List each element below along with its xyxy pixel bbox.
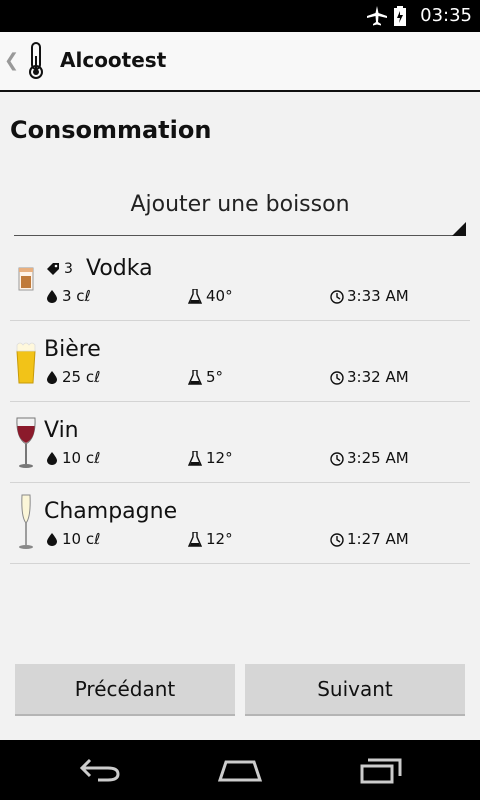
recent-apps-icon[interactable] (358, 756, 404, 784)
drink-name: Vodka (86, 256, 153, 281)
tag-icon (47, 263, 59, 275)
wine-glass-icon (16, 417, 36, 468)
clock-icon (330, 290, 344, 304)
up-caret-icon[interactable]: ❮ (4, 50, 19, 71)
back-nav-icon[interactable] (78, 756, 122, 784)
thermometer-icon[interactable] (26, 42, 46, 80)
action-bar: ❮ Alcootest (0, 32, 480, 92)
degree-flask-icon (188, 532, 202, 547)
app-title: Alcootest (60, 48, 167, 72)
drink-quantity: 10 cℓ (62, 530, 101, 548)
degree-flask-icon (188, 370, 202, 385)
drink-name: Champagne (44, 499, 178, 524)
champagne-flute-icon (19, 494, 33, 549)
airplane-mode-icon (367, 6, 387, 26)
spinner-label: Ajouter une boisson (130, 192, 350, 217)
drop-icon (47, 452, 57, 465)
drink-quantity: 25 cℓ (62, 368, 101, 386)
spinner-underline (14, 235, 466, 236)
drink-degree: 5° (206, 368, 224, 386)
drop-icon (47, 533, 57, 546)
drink-time: 3:33 AM (347, 287, 409, 305)
drink-degree: 12° (206, 530, 233, 548)
list-item[interactable]: Vin 10 cℓ 12° 3:25 AM (10, 402, 470, 483)
drink-degree: 40° (206, 287, 233, 305)
battery-icon (394, 6, 406, 26)
shot-glass-icon (18, 267, 34, 291)
drink-degree: 12° (206, 449, 233, 467)
next-button[interactable]: Suivant (245, 664, 465, 716)
dropdown-triangle-icon (452, 222, 466, 236)
drink-time: 3:32 AM (347, 368, 409, 386)
list-item[interactable]: 3 Vodka 3 cℓ 40° 3:33 AM (10, 240, 470, 321)
page-title: Consommation (10, 116, 212, 144)
drink-time: 3:25 AM (347, 449, 409, 467)
drink-list: 3 Vodka 3 cℓ 40° 3:33 AM Bière 25 cℓ 5° … (10, 240, 470, 564)
home-nav-icon[interactable] (216, 756, 264, 784)
drink-name: Vin (44, 418, 79, 443)
clock-icon (330, 533, 344, 547)
drink-quantity: 10 cℓ (62, 449, 101, 467)
clock-icon (330, 371, 344, 385)
list-item[interactable]: Bière 25 cℓ 5° 3:32 AM (10, 321, 470, 402)
status-icons (366, 6, 406, 26)
beer-glass-icon (16, 342, 36, 384)
degree-flask-icon (188, 451, 202, 466)
drink-name: Bière (44, 337, 101, 362)
drink-count: 3 (64, 261, 73, 277)
clock: 03:35 (420, 5, 472, 26)
list-item[interactable]: Champagne 10 cℓ 12° 1:27 AM (10, 483, 470, 564)
navigation-bar (0, 740, 480, 800)
drink-quantity: 3 cℓ (62, 287, 91, 305)
degree-flask-icon (188, 289, 202, 304)
status-bar: 03:35 (0, 0, 480, 32)
drop-icon (47, 290, 57, 303)
clock-icon (330, 452, 344, 466)
add-drink-spinner[interactable]: Ajouter une boisson (14, 180, 466, 236)
drop-icon (47, 371, 57, 384)
previous-button[interactable]: Précédant (15, 664, 235, 716)
drink-time: 1:27 AM (347, 530, 409, 548)
